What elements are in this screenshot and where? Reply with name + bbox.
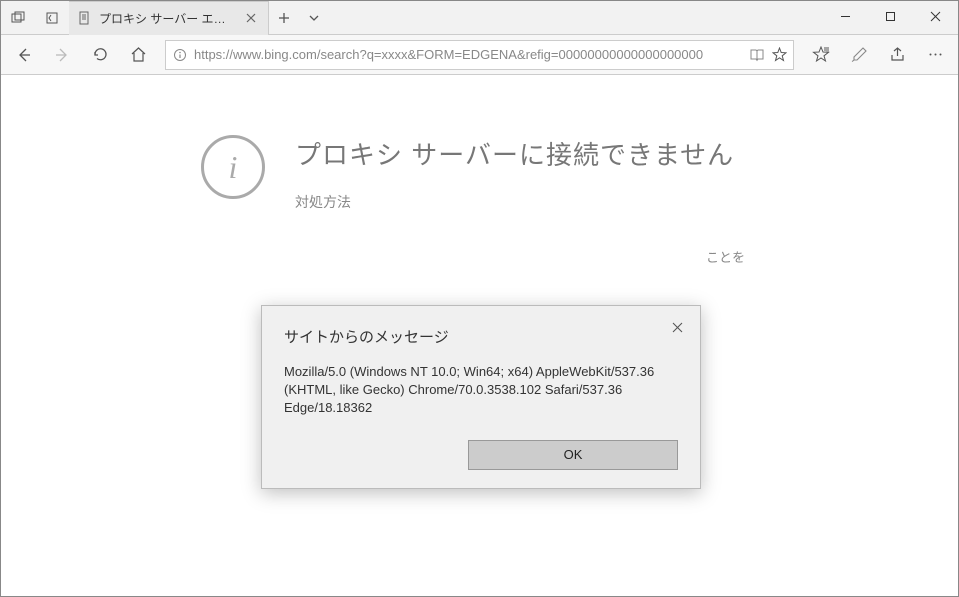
maximize-button[interactable]: [868, 1, 913, 31]
address-bar[interactable]: https://www.bing.com/search?q=xxxx&FORM=…: [165, 40, 794, 70]
tab-actions-button[interactable]: [299, 1, 329, 35]
home-button[interactable]: [121, 38, 155, 72]
error-text-block: プロキシ サーバーに接続できません 対処方法: [295, 135, 734, 212]
alert-dialog: サイトからのメッセージ Mozilla/5.0 (Windows NT 10.0…: [261, 305, 701, 489]
close-window-button[interactable]: [913, 1, 958, 31]
dialog-close-button[interactable]: [668, 318, 686, 336]
titlebar: プロキシ サーバー エラー: [1, 1, 958, 35]
refresh-button[interactable]: [83, 38, 117, 72]
set-aside-tabs-button[interactable]: [35, 1, 69, 35]
browser-tab[interactable]: プロキシ サーバー エラー: [69, 1, 269, 35]
tab-page-icon: [77, 10, 93, 26]
notes-button[interactable]: [842, 38, 876, 72]
reading-view-icon[interactable]: [749, 47, 765, 63]
favorites-button[interactable]: [804, 38, 838, 72]
toolbar: https://www.bing.com/search?q=xxxx&FORM=…: [1, 35, 958, 75]
site-info-icon[interactable]: [172, 47, 188, 63]
settings-more-button[interactable]: [918, 38, 952, 72]
dialog-actions: OK: [284, 440, 678, 470]
error-subheading: 対処方法: [295, 192, 734, 212]
new-tab-button[interactable]: [269, 1, 299, 35]
share-button[interactable]: [880, 38, 914, 72]
back-button[interactable]: [7, 38, 41, 72]
url-text: https://www.bing.com/search?q=xxxx&FORM=…: [194, 47, 743, 62]
dialog-ok-button[interactable]: OK: [468, 440, 678, 470]
forward-button[interactable]: [45, 38, 79, 72]
favorite-star-icon[interactable]: [771, 47, 787, 63]
error-page: i プロキシ サーバーに接続できません 対処方法: [1, 75, 958, 212]
dialog-title: サイトからのメッセージ: [284, 326, 678, 347]
titlebar-left: プロキシ サーバー エラー: [1, 1, 329, 34]
tab-close-button[interactable]: [242, 9, 260, 27]
page-content: i プロキシ サーバーに接続できません 対処方法 ことを サイトからのメッセージ…: [1, 75, 958, 596]
info-icon: i: [201, 135, 265, 199]
tab-title: プロキシ サーバー エラー: [99, 10, 236, 27]
hint-text-fragment: ことを: [706, 247, 745, 266]
tab-preview-button[interactable]: [1, 1, 35, 35]
error-heading: プロキシ サーバーに接続できません: [295, 135, 734, 172]
dialog-message: Mozilla/5.0 (Windows NT 10.0; Win64; x64…: [284, 363, 678, 418]
minimize-button[interactable]: [823, 1, 868, 31]
window-controls: [823, 1, 958, 34]
